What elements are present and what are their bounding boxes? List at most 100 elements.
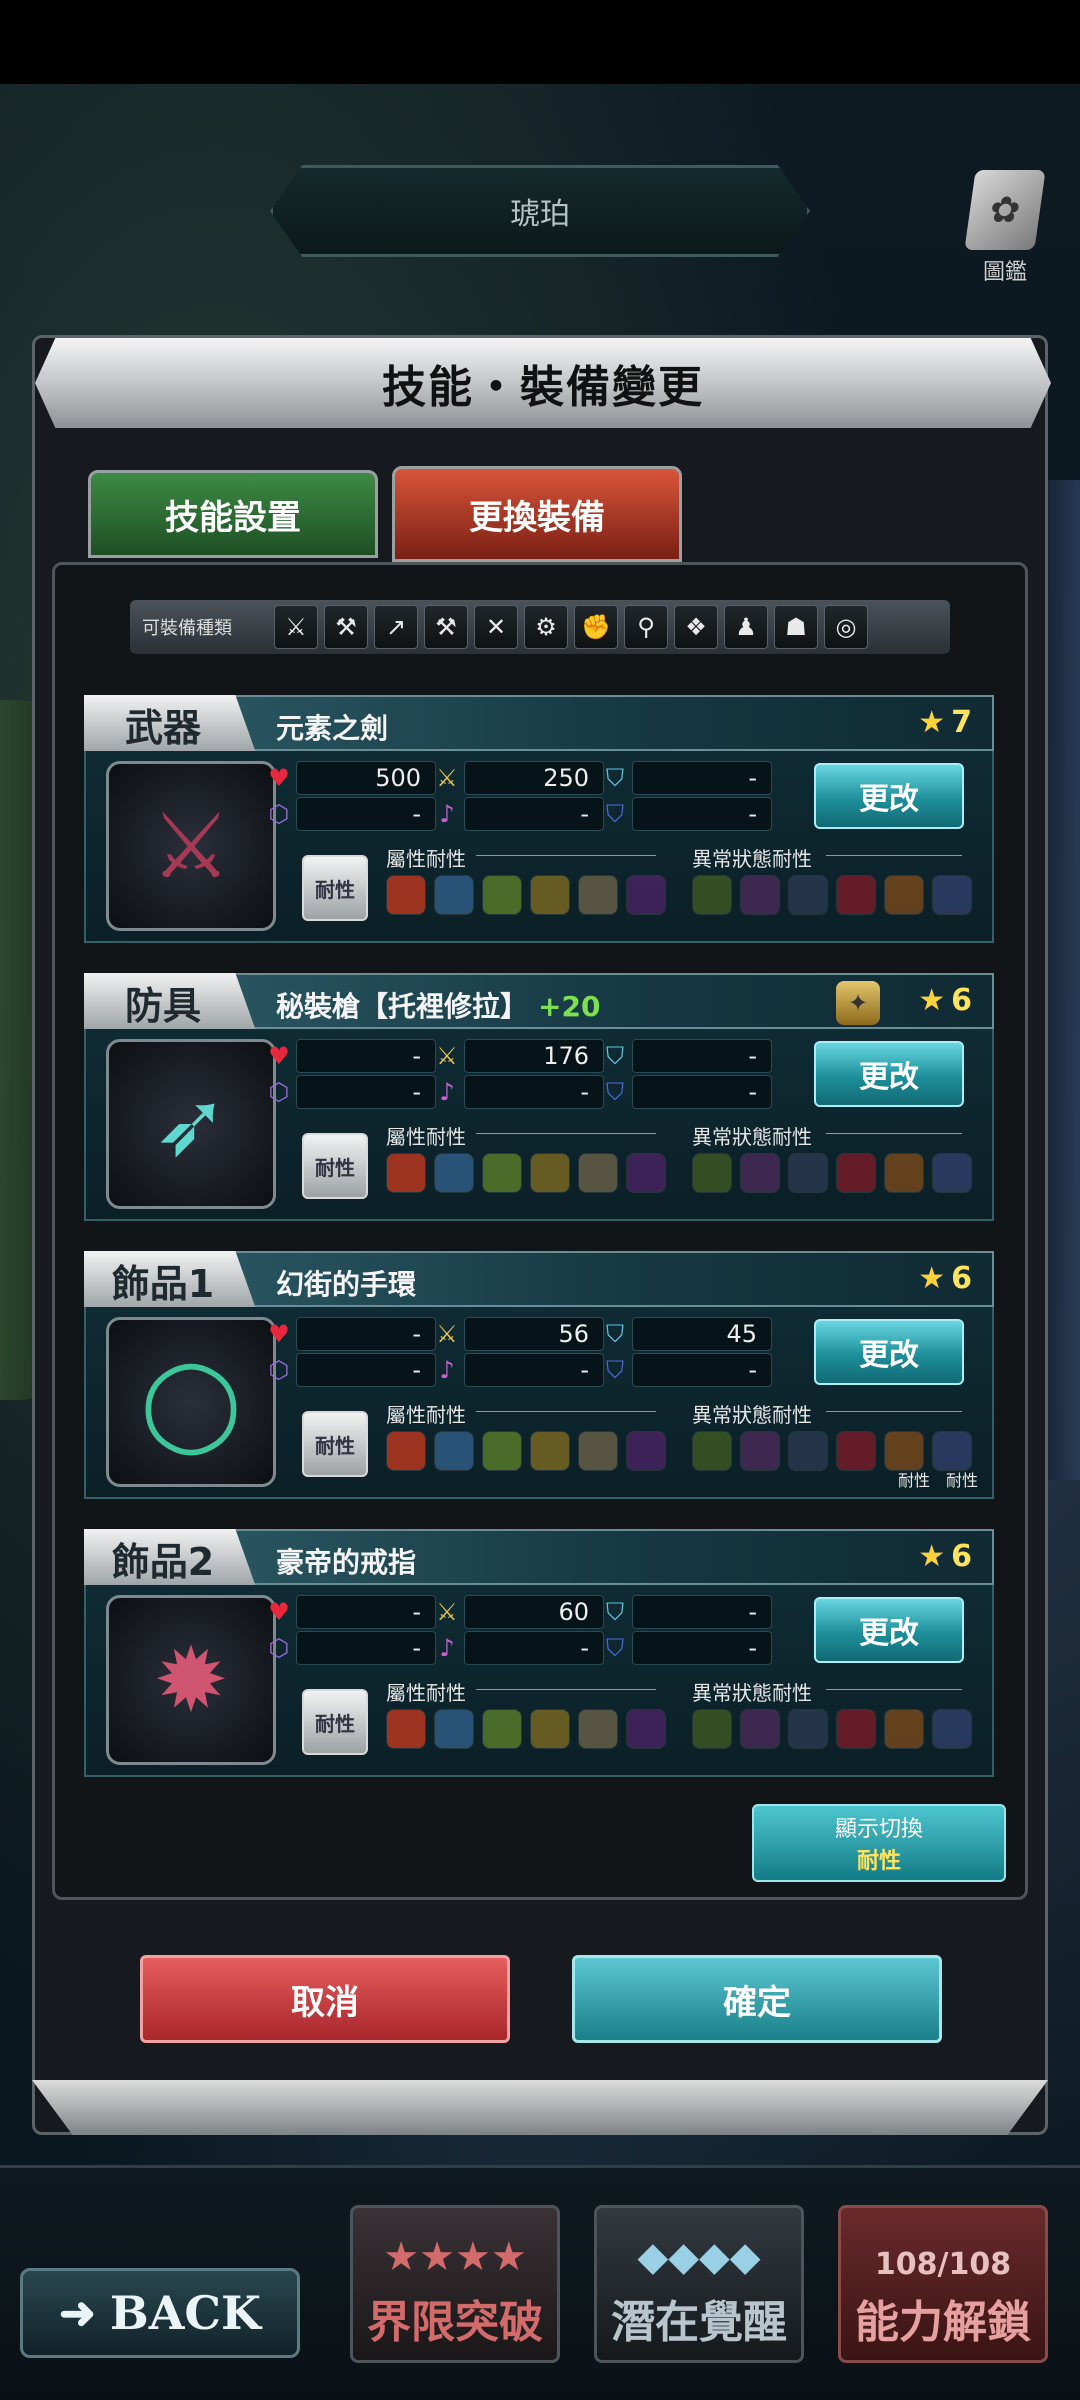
- magic-staff-icon: ♪: [439, 1634, 455, 1662]
- limit-break-button[interactable]: ★★★★ 界限突破: [350, 2205, 560, 2363]
- status-resist-icon: [836, 1153, 876, 1193]
- confirm-button[interactable]: 確定: [572, 1955, 942, 2043]
- ring-item-icon: ✹: [153, 1627, 229, 1733]
- stat-value: 500: [375, 764, 421, 792]
- card-body: ➶ ♥ - ⚔ 176 ⛉ - ⬡ - ♪ - ⛉ - 更改 耐性 屬性耐性 異常狀態耐性: [84, 1029, 994, 1221]
- stat-value: -: [748, 1598, 757, 1626]
- unlock-count: 108/108: [874, 2247, 1012, 2282]
- status-resist-icon: [932, 1709, 972, 1749]
- shield-icon: ⛉: [606, 1598, 624, 1626]
- element-resist-icon: [530, 1709, 570, 1749]
- resist-info-button[interactable]: 耐性: [302, 855, 368, 921]
- encyclopedia-label: 圖鑑: [982, 260, 1027, 285]
- element-resist-icon: [626, 1709, 666, 1749]
- stat-value: 56: [558, 1320, 589, 1348]
- element-resist-icon: [626, 1431, 666, 1471]
- stat-value: -: [412, 1078, 421, 1106]
- axe-icon: ⚒: [324, 605, 368, 649]
- display-toggle-button[interactable]: 顯示切換 耐性: [752, 1804, 1006, 1882]
- stat-value: -: [748, 1042, 757, 1070]
- status-resist-icon: [740, 875, 780, 915]
- item-image[interactable]: ✹: [106, 1595, 276, 1765]
- resist-info-button[interactable]: 耐性: [302, 1411, 368, 1477]
- attr-resist-label: 屬性耐性: [386, 1681, 466, 1705]
- status-resist-label: 異常狀態耐性: [692, 1403, 812, 1427]
- stat-value: 176: [543, 1042, 589, 1070]
- rarity-value: 6: [951, 983, 972, 1018]
- element-resist-icon: [482, 1709, 522, 1749]
- attr-resist-label: 屬性耐性: [386, 847, 466, 871]
- cancel-button[interactable]: 取消: [140, 1955, 510, 2043]
- stat-value: 250: [543, 764, 589, 792]
- stat-mag: ⬡ -: [269, 1631, 436, 1665]
- stat-mdef: ⛉ -: [606, 1631, 772, 1665]
- card-body: ✹ ♥ - ⚔ 60 ⛉ - ⬡ - ♪ - ⛉ - 更改 耐性 屬性耐性 異常狀態耐性: [84, 1585, 994, 1777]
- stat-value: -: [580, 1356, 589, 1384]
- card-body: ⚔ ♥ 500 ⚔ 250 ⛉ - ⬡ - ♪ - ⛉ - 更改 耐性 屬性耐性 異常狀態耐性: [84, 751, 994, 943]
- display-toggle-mode: 耐性: [856, 1849, 901, 1874]
- resist-info-button[interactable]: 耐性: [302, 1133, 368, 1199]
- ability-unlock-button[interactable]: 108/108 能力解鎖: [838, 2205, 1048, 2363]
- change-button[interactable]: 更改: [814, 1597, 964, 1663]
- status-resist-divider: [826, 1411, 962, 1412]
- stat-value: 45: [726, 1320, 757, 1348]
- status-resist-icon: [788, 1709, 828, 1749]
- change-button[interactable]: 更改: [814, 763, 964, 829]
- stat-value: -: [580, 800, 589, 828]
- character-name: 琥珀: [510, 197, 570, 232]
- crystals-icon: ◆◆◆◆: [637, 2234, 761, 2280]
- resist-info-button[interactable]: 耐性: [302, 1689, 368, 1755]
- sword-item-icon: ⚔: [150, 793, 232, 899]
- equippable-types-label: 可裝備種類: [142, 618, 232, 639]
- stat-mag: ⬡ -: [269, 797, 436, 831]
- stat-mdef: ⛉ -: [606, 1353, 772, 1387]
- encyclopedia-button[interactable]: ✿ 圖鑑: [960, 170, 1050, 290]
- status-resist-icon: [884, 1431, 924, 1471]
- gun-item-icon: ➶: [153, 1071, 229, 1177]
- change-button[interactable]: 更改: [814, 1041, 964, 1107]
- awaken-button[interactable]: ◆◆◆◆ 潛在覺醒: [594, 2205, 804, 2363]
- change-button[interactable]: 更改: [814, 1319, 964, 1385]
- back-arrow-icon: ➜: [58, 2287, 96, 2339]
- shield-icon: ⛉: [606, 1320, 624, 1348]
- stat-hp: ♥ -: [268, 1595, 436, 1629]
- back-button[interactable]: ➜ BACK: [20, 2268, 300, 2358]
- bow-icon: ✕: [474, 605, 518, 649]
- status-resist-divider: [826, 855, 962, 856]
- attr-resist-divider: [476, 1411, 656, 1412]
- rarity-value: 6: [951, 1261, 972, 1296]
- item-image[interactable]: ◯: [106, 1317, 276, 1487]
- sword-icon: ⚔: [274, 605, 318, 649]
- display-toggle-label: 顯示切換: [834, 1817, 923, 1842]
- status-resist-icon: [692, 1431, 732, 1471]
- stat-value: -: [748, 800, 757, 828]
- item-image[interactable]: ⚔: [106, 761, 276, 931]
- attr-resist-divider: [476, 1133, 656, 1134]
- element-resist-icon: [530, 1153, 570, 1193]
- element-resist-icon: [626, 875, 666, 915]
- item-image[interactable]: ➶: [106, 1039, 276, 1209]
- status-resist-icon: [932, 1431, 972, 1471]
- dialog-footer: [32, 2080, 1048, 2135]
- tab-skill-settings[interactable]: 技能設置: [88, 470, 378, 558]
- card-header: 飾品1 幻街的手環 ★ 6: [84, 1251, 994, 1309]
- element-resist-icon: [386, 875, 426, 915]
- awaken-label: 潛在覺醒: [611, 2297, 787, 2348]
- status-resist-icon: [836, 1709, 876, 1749]
- attr-resist-label: 屬性耐性: [386, 1403, 466, 1427]
- tab-change-equipment[interactable]: 更換裝備: [392, 466, 682, 562]
- heart-icon: ♥: [268, 1320, 290, 1348]
- element-resist-icon: [578, 875, 618, 915]
- star-icon: ★: [918, 1539, 946, 1574]
- rarity: ★ 6: [918, 1539, 972, 1574]
- magic-shield-icon: ⛉: [606, 1078, 624, 1106]
- status-resist-icon: [788, 1431, 828, 1471]
- item-name-text: 幻街的手環: [276, 1268, 417, 1301]
- status-resist-label: 異常狀態耐性: [692, 1125, 812, 1149]
- dialog-title: 技能・裝備變更: [382, 362, 704, 413]
- element-resist-icon: [578, 1709, 618, 1749]
- card-body: ◯ ♥ - ⚔ 56 ⛉ 45 ⬡ - ♪ - ⛉ - 更改 耐性 屬性耐性 異常狀態耐性 耐性 耐性: [84, 1307, 994, 1499]
- stat-value: -: [748, 764, 757, 792]
- slot-label: 飾品2: [84, 1529, 256, 1587]
- equippable-types-bar: 可裝備種類 ⚔ ⚒ ↗ ⚒ ✕ ⚙ ✊ ⚲ ❖ ♟ ☗ ◎: [130, 600, 950, 654]
